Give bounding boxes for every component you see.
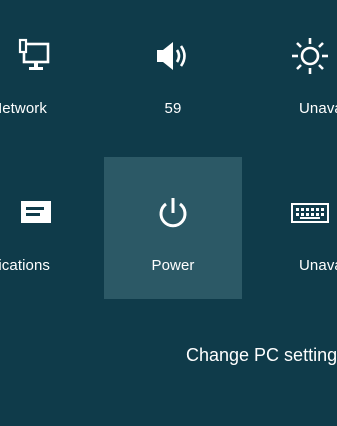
- brightness-label: Unavailable: [299, 100, 337, 117]
- tile-notifications[interactable]: Notifications: [0, 157, 105, 299]
- volume-label: 59: [164, 100, 182, 117]
- settings-charm-panel: Network 59: [0, 0, 337, 426]
- notifications-icon: [0, 193, 105, 233]
- change-pc-settings-link[interactable]: Change PC settings: [186, 345, 337, 366]
- tile-network[interactable]: Network: [0, 0, 105, 142]
- network-icon: [0, 36, 105, 76]
- keyboard-label: Unavailable: [299, 257, 337, 274]
- network-label: Network: [0, 100, 47, 117]
- power-label: Power: [151, 257, 195, 274]
- tile-keyboard[interactable]: Unavailable: [241, 157, 337, 299]
- keyboard-icon: [241, 193, 337, 233]
- tile-power[interactable]: Power: [104, 157, 242, 299]
- power-icon: [104, 193, 242, 233]
- tile-volume[interactable]: 59: [104, 0, 242, 142]
- tile-brightness[interactable]: Unavailable: [241, 0, 337, 142]
- volume-icon: [104, 36, 242, 76]
- brightness-icon: [241, 36, 337, 76]
- notifications-label: Notifications: [0, 257, 51, 274]
